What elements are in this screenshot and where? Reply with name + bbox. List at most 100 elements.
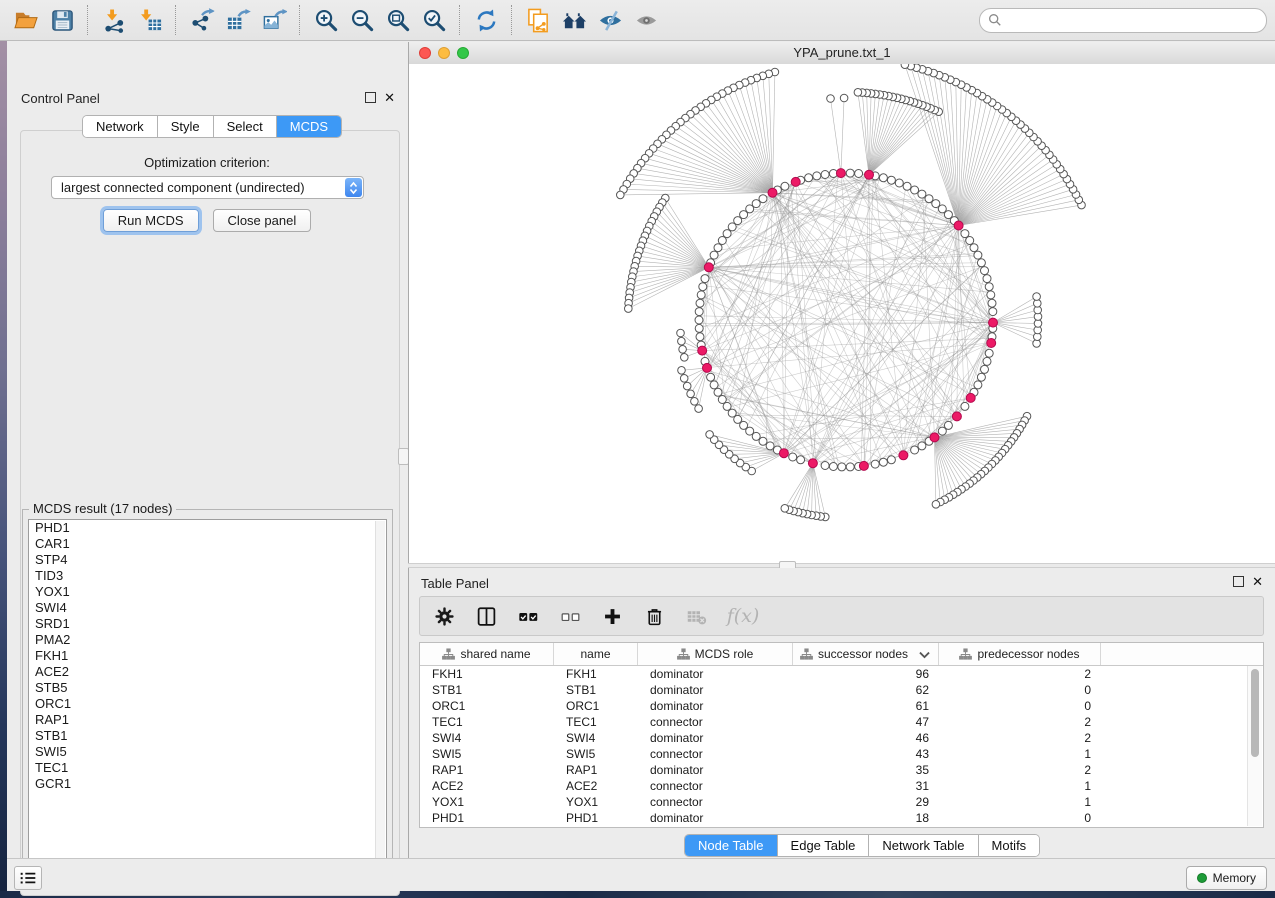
cell-name[interactable]: SWI5 (554, 747, 638, 761)
ring-node[interactable] (701, 275, 709, 283)
leaf-node[interactable] (695, 405, 703, 413)
ring-node[interactable] (718, 237, 726, 245)
mcds-node[interactable] (698, 346, 707, 355)
leaf-node[interactable] (827, 95, 835, 103)
export-image-button[interactable] (256, 4, 292, 36)
cell-shared_name[interactable]: FKH1 (420, 667, 554, 681)
leaf-node[interactable] (678, 337, 686, 345)
mcds-node[interactable] (836, 169, 845, 178)
cell-successor_nodes[interactable]: 18 (793, 811, 939, 825)
ring-node[interactable] (699, 283, 707, 291)
cell-predecessor_nodes[interactable]: 1 (939, 779, 1101, 793)
ring-node[interactable] (697, 291, 705, 299)
ring-node[interactable] (887, 456, 895, 464)
ring-node[interactable] (696, 333, 704, 341)
ring-node[interactable] (695, 316, 703, 324)
ring-node[interactable] (974, 251, 982, 259)
mcds-node[interactable] (791, 177, 800, 186)
cell-successor_nodes[interactable]: 43 (793, 747, 939, 761)
leaf-node[interactable] (932, 501, 940, 509)
ring-node[interactable] (829, 463, 837, 471)
tab-node-table[interactable]: Node Table (685, 835, 777, 856)
mcds-node[interactable] (966, 393, 975, 402)
save-button[interactable] (44, 4, 80, 36)
ring-node[interactable] (805, 174, 813, 182)
cell-successor_nodes[interactable]: 29 (793, 795, 939, 809)
ring-node[interactable] (895, 179, 903, 187)
cell-predecessor_nodes[interactable]: 0 (939, 699, 1101, 713)
ring-node[interactable] (789, 453, 797, 461)
ring-node[interactable] (821, 171, 829, 179)
ring-node[interactable] (944, 421, 952, 429)
export-table-button[interactable] (220, 4, 256, 36)
deselect-all-button[interactable] (558, 604, 582, 628)
tab-edge-table[interactable]: Edge Table (777, 835, 869, 856)
cell-shared_name[interactable]: RAP1 (420, 763, 554, 777)
mcds-result-item[interactable]: ACE2 (29, 664, 386, 680)
ring-node[interactable] (987, 291, 995, 299)
run-mcds-button[interactable]: Run MCDS (103, 209, 199, 232)
ring-node[interactable] (932, 200, 940, 208)
cell-shared_name[interactable]: STB1 (420, 683, 554, 697)
ring-node[interactable] (966, 237, 974, 245)
ring-node[interactable] (695, 308, 703, 316)
zoom-selected-button[interactable] (416, 4, 452, 36)
tab-style[interactable]: Style (157, 116, 213, 137)
ring-node[interactable] (710, 381, 718, 389)
cell-name[interactable]: TEC1 (554, 715, 638, 729)
leaf-node[interactable] (687, 390, 695, 398)
ring-node[interactable] (855, 170, 863, 178)
close-icon[interactable]: ✕ (1252, 577, 1263, 586)
mcds-node[interactable] (954, 221, 963, 230)
cell-shared_name[interactable]: YOX1 (420, 795, 554, 809)
cell-mcds_role[interactable]: dominator (638, 683, 793, 697)
column-header-predecessor-nodes[interactable]: predecessor nodes (939, 643, 1101, 665)
ring-node[interactable] (985, 349, 993, 357)
ring-node[interactable] (846, 463, 854, 471)
table-row[interactable]: YOX1YOX1connector291 (420, 794, 1263, 810)
mcds-result-item[interactable]: SWI4 (29, 600, 386, 616)
ring-node[interactable] (974, 381, 982, 389)
table-scrollbar-thumb[interactable] (1251, 669, 1259, 757)
mcds-result-item[interactable]: RAP1 (29, 712, 386, 728)
cell-predecessor_nodes[interactable]: 0 (939, 811, 1101, 825)
cell-mcds_role[interactable]: connector (638, 747, 793, 761)
mcds-result-item[interactable]: ORC1 (29, 696, 386, 712)
add-button[interactable] (600, 604, 624, 628)
function-builder-button[interactable]: f(x) (726, 604, 760, 628)
ring-node[interactable] (887, 176, 895, 184)
mcds-result-item[interactable]: PHD1 (29, 520, 386, 536)
zoom-fit-button[interactable] (380, 4, 416, 36)
cell-mcds_role[interactable]: dominator (638, 667, 793, 681)
float-window-icon[interactable] (365, 92, 376, 103)
ring-node[interactable] (961, 402, 969, 410)
mcds-node[interactable] (952, 412, 961, 421)
cell-predecessor_nodes[interactable]: 1 (939, 795, 1101, 809)
ring-node[interactable] (797, 456, 805, 464)
ring-node[interactable] (918, 190, 926, 198)
cell-shared_name[interactable]: SWI4 (420, 731, 554, 745)
table-row[interactable]: SWI4SWI4dominator462 (420, 730, 1263, 746)
tab-mcds[interactable]: MCDS (276, 116, 341, 137)
cell-successor_nodes[interactable]: 31 (793, 779, 939, 793)
mcds-result-list[interactable]: PHD1CAR1STP4TID3YOX1SWI4SRD1PMA2FKH1ACE2… (28, 519, 387, 876)
ring-node[interactable] (696, 299, 704, 307)
ring-node[interactable] (766, 442, 774, 450)
leaf-node[interactable] (781, 505, 789, 513)
settings-gear-button[interactable] (432, 604, 456, 628)
ring-node[interactable] (925, 195, 933, 203)
export-network-button[interactable] (184, 4, 220, 36)
mcds-result-item[interactable]: FKH1 (29, 648, 386, 664)
cell-successor_nodes[interactable]: 61 (793, 699, 939, 713)
mcds-node[interactable] (859, 461, 868, 470)
cell-successor_nodes[interactable]: 46 (793, 731, 939, 745)
delete-table-button[interactable] (684, 604, 708, 628)
cell-successor_nodes[interactable]: 96 (793, 667, 939, 681)
mcds-node[interactable] (768, 188, 777, 197)
mcds-result-item[interactable]: TEC1 (29, 760, 386, 776)
mcds-node[interactable] (899, 451, 908, 460)
cell-shared_name[interactable]: ORC1 (420, 699, 554, 713)
leaf-node[interactable] (683, 382, 691, 390)
leaf-node[interactable] (678, 367, 686, 375)
mcds-node[interactable] (930, 433, 939, 442)
